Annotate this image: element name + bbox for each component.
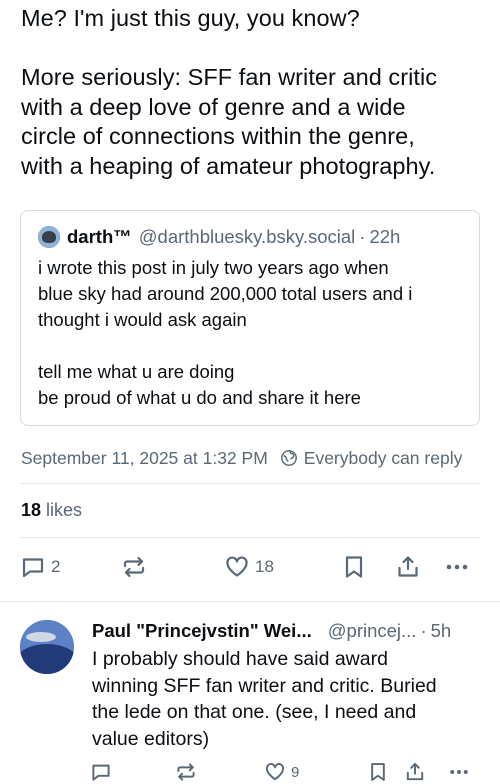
bookmark-button[interactable] xyxy=(342,553,366,581)
more-button[interactable] xyxy=(444,553,470,581)
reply-like-button[interactable]: 9 xyxy=(264,760,299,784)
quoted-post-time[interactable]: 22h xyxy=(369,226,400,248)
quoted-text-line: i wrote this post in july two years ago … xyxy=(38,257,389,278)
reply-text-line: value editors) xyxy=(92,727,210,750)
post-text-line: circle of connections within the genre, xyxy=(21,123,415,149)
more-icon xyxy=(446,564,468,570)
reply-text-line: the lede on that one. (see, I need and xyxy=(92,701,417,723)
quoted-post-header: darth™ @darthbluesky.bsky.social · 22h xyxy=(38,225,400,249)
post-text-line: Me? I'm just this guy, you know? xyxy=(21,5,360,31)
share-icon xyxy=(406,762,424,781)
quoted-author-name[interactable]: darth™ xyxy=(67,226,132,248)
reply-text: I probably should have said award winnin… xyxy=(92,646,482,752)
repost-icon xyxy=(123,556,145,578)
post-meta: September 11, 2025 at 1:32 PM Everybody … xyxy=(21,446,462,470)
post-text-line: with a deep love of genre and a wide xyxy=(21,93,406,120)
reply-header: Paul "Princejvstin" Wei... @princej... ·… xyxy=(92,618,451,644)
reply-action-bar: 9 xyxy=(0,760,500,784)
divider xyxy=(20,483,480,484)
post-text: Me? I'm just this guy, you know? More se… xyxy=(21,4,483,181)
quoted-text-line: tell me what u are doing xyxy=(38,361,235,382)
reply-author-handle[interactable]: @princej... xyxy=(328,620,417,642)
post-text-line: with a heaping of amateur photography. xyxy=(21,152,436,179)
like-icon xyxy=(226,556,248,577)
reply-icon xyxy=(92,764,110,781)
likes-count: 18 xyxy=(21,499,42,520)
quoted-post[interactable]: darth™ @darthbluesky.bsky.social · 22h i… xyxy=(20,210,480,426)
reply-setting[interactable]: Everybody can reply xyxy=(304,448,463,469)
quoted-text-line: thought i would ask again xyxy=(38,309,247,330)
quoted-text-line: blue sky had around 200,000 total users … xyxy=(38,283,413,304)
post-text-line: More seriously: SFF fan writer and criti… xyxy=(21,64,438,90)
reply-bookmark-button[interactable] xyxy=(368,760,388,784)
reply-author-name[interactable]: Paul "Princejvstin" Wei... xyxy=(92,620,312,642)
reply-time[interactable]: 5h xyxy=(431,620,452,642)
globe-icon xyxy=(280,450,297,466)
share-button[interactable] xyxy=(395,553,421,581)
reply-post[interactable]: Paul "Princejvstin" Wei... @princej... ·… xyxy=(0,604,500,784)
quoted-author-handle[interactable]: @darthbluesky.bsky.social xyxy=(139,226,356,248)
reply-count: 2 xyxy=(51,557,61,576)
bookmark-icon xyxy=(371,763,385,781)
reply-share-button[interactable] xyxy=(404,760,426,784)
repost-icon xyxy=(177,763,195,781)
reply-more-button[interactable] xyxy=(448,760,470,784)
post-timestamp: September 11, 2025 at 1:32 PM xyxy=(21,447,268,468)
more-icon xyxy=(450,770,468,774)
reply-reply-button[interactable] xyxy=(90,760,112,784)
post-text-gap xyxy=(21,34,483,64)
reply-icon xyxy=(22,558,44,578)
quoted-text-gap xyxy=(38,333,468,359)
reply-author-avatar[interactable] xyxy=(20,620,74,674)
divider xyxy=(20,537,480,538)
reply-repost-button[interactable] xyxy=(174,760,198,784)
likes-row[interactable]: 18 likes xyxy=(21,498,82,522)
reply-button[interactable]: 2 xyxy=(20,553,60,581)
quoted-post-text: i wrote this post in july two years ago … xyxy=(38,255,468,411)
reply-text-line: winning SFF fan writer and critic. Burie… xyxy=(92,674,437,697)
bookmark-icon xyxy=(345,556,363,578)
divider xyxy=(0,601,500,602)
likes-label: likes xyxy=(46,499,83,520)
like-icon xyxy=(265,763,285,781)
like-count: 18 xyxy=(255,557,274,576)
quoted-separator: · xyxy=(359,226,366,247)
post-action-bar: 2 18 xyxy=(0,553,500,581)
reply-like-count: 9 xyxy=(291,763,300,781)
reply-separator: · xyxy=(420,620,427,641)
like-button[interactable]: 18 xyxy=(224,553,274,581)
repost-button[interactable] xyxy=(120,553,148,581)
share-icon xyxy=(398,556,418,577)
quoted-author-avatar[interactable] xyxy=(38,226,60,248)
quoted-text-line: be proud of what u do and share it here xyxy=(38,387,361,408)
reply-text-line: I probably should have said award xyxy=(92,648,388,670)
